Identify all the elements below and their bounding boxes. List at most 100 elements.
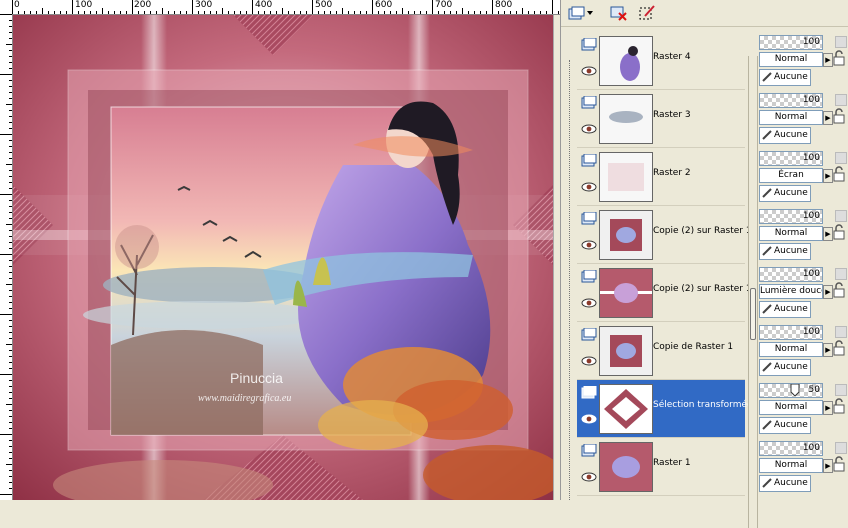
eye-icon[interactable] [581, 240, 597, 250]
blend-mode-select[interactable]: Écran [759, 168, 823, 183]
ruler-tick [198, 11, 199, 14]
blend-dropdown-arrow-icon[interactable]: ▶ [823, 343, 833, 357]
ruler-tick [234, 11, 235, 14]
ruler-tick [6, 404, 12, 405]
layer-row[interactable]: Raster 3 [577, 90, 745, 148]
eye-icon[interactable] [581, 124, 597, 134]
opacity-slider[interactable]: 50 [759, 383, 823, 398]
lock-icon[interactable] [833, 398, 845, 414]
raster-layer-icon [581, 37, 597, 52]
blend-dropdown-arrow-icon[interactable]: ▶ [823, 53, 833, 67]
canvas-image[interactable]: Pinuccia www.maidiregrafica.eu [13, 15, 553, 500]
lock-icon[interactable] [833, 166, 845, 182]
opacity-slider[interactable]: 100 [759, 267, 823, 282]
opacity-slider[interactable]: 100 [759, 93, 823, 108]
opacity-slider[interactable]: 100 [759, 325, 823, 340]
mask-select[interactable]: Aucune [759, 359, 811, 376]
ruler-tick [9, 152, 12, 153]
ruler-tick [9, 392, 12, 393]
layer-row[interactable]: Copie de Raster 1 [577, 322, 745, 380]
link-icon [762, 304, 772, 314]
blend-dropdown-arrow-icon[interactable]: ▶ [823, 459, 833, 473]
layer-row[interactable]: Copie (2) sur Raster 1 [577, 264, 752, 322]
mask-label: Aucune [774, 246, 808, 256]
link-icon [762, 188, 772, 198]
lock-icon[interactable] [833, 282, 845, 298]
mask-select[interactable]: Aucune [759, 127, 811, 144]
eye-icon[interactable] [581, 414, 597, 424]
blend-dropdown-arrow-icon[interactable]: ▶ [823, 227, 833, 241]
blend-mode-select[interactable]: Normal [759, 226, 823, 241]
eye-icon[interactable] [581, 356, 597, 366]
eye-icon[interactable] [581, 182, 597, 192]
ruler-tick [408, 11, 409, 14]
eye-icon[interactable] [581, 66, 597, 76]
ruler-tick [114, 11, 115, 14]
opacity-slider[interactable]: 100 [759, 209, 823, 224]
lock-icon[interactable] [833, 340, 845, 356]
mask-select[interactable]: Aucune [759, 243, 811, 260]
ruler-tick [9, 140, 12, 141]
ruler-tick [150, 11, 151, 14]
dropdown-arrow-icon[interactable] [585, 4, 595, 22]
ruler-tick [9, 110, 12, 111]
blend-dropdown-arrow-icon[interactable]: ▶ [823, 169, 833, 183]
slider-handle-icon[interactable] [790, 384, 800, 396]
ruler-tick [9, 446, 12, 447]
lock-icon[interactable] [833, 50, 845, 66]
ruler-tick [9, 350, 12, 351]
eye-icon[interactable] [581, 472, 597, 482]
blend-dropdown-arrow-icon[interactable]: ▶ [823, 111, 833, 125]
ruler-label: 600 [375, 0, 393, 10]
blend-mode-select[interactable]: Normal [759, 110, 823, 125]
ruler-tick [9, 482, 12, 483]
ruler-tick [6, 464, 12, 465]
blend-mode-select[interactable]: Normal [759, 52, 823, 67]
ruler-tick [504, 11, 505, 14]
blend-mode-select[interactable]: Normal [759, 342, 823, 357]
blend-mode-select[interactable]: Normal [759, 400, 823, 415]
layer-row-selected[interactable]: Sélection transformée [577, 380, 753, 438]
layer-row[interactable]: Raster 2 [577, 148, 745, 206]
mini-swatch [835, 36, 847, 48]
blend-dropdown-arrow-icon[interactable]: ▶ [823, 401, 833, 415]
ruler-tick [9, 332, 12, 333]
blend-mode-select[interactable]: Lumière douce [759, 284, 823, 299]
mask-select[interactable]: Aucune [759, 475, 811, 492]
mask-select[interactable]: Aucune [759, 69, 811, 86]
lock-icon[interactable] [833, 456, 845, 472]
opacity-slider[interactable]: 100 [759, 151, 823, 166]
new-layer-icon[interactable] [567, 4, 587, 22]
ruler-label: 800 [495, 0, 513, 10]
blend-mode-select[interactable]: Normal [759, 458, 823, 473]
mask-select[interactable]: Aucune [759, 185, 811, 202]
blend-dropdown-arrow-icon[interactable]: ▶ [823, 285, 833, 299]
layer-row[interactable]: Raster 4 [577, 32, 745, 90]
ruler-tick [0, 194, 12, 195]
layer-properties: 100 Lumière douce ▶ Aucune [757, 264, 848, 321]
delete-layer-icon[interactable] [609, 4, 629, 22]
layer-row[interactable]: Copie (2) sur Raster 1 [577, 206, 752, 264]
ruler-tick [6, 164, 12, 165]
raster-layer-icon [581, 95, 597, 110]
edit-selection-icon[interactable] [637, 4, 657, 22]
ruler-tick [294, 11, 295, 14]
ruler-tick [9, 68, 12, 69]
tree-connector [569, 60, 571, 500]
ruler-tick [528, 11, 529, 14]
artwork: Pinuccia www.maidiregrafica.eu [13, 15, 553, 500]
splitter-grip[interactable] [750, 288, 756, 340]
opacity-slider[interactable]: 100 [759, 35, 823, 50]
mask-select[interactable]: Aucune [759, 417, 811, 434]
lock-icon[interactable] [833, 108, 845, 124]
opacity-slider[interactable]: 100 [759, 441, 823, 456]
ruler-tick [9, 242, 12, 243]
eye-icon[interactable] [581, 298, 597, 308]
mini-swatch [835, 384, 847, 396]
lock-icon[interactable] [833, 224, 845, 240]
layer-row[interactable]: Raster 1 [577, 438, 745, 496]
mask-select[interactable]: Aucune [759, 301, 811, 318]
ruler-tick [534, 11, 535, 14]
ruler-tick [0, 434, 12, 435]
mini-swatch [835, 94, 847, 106]
